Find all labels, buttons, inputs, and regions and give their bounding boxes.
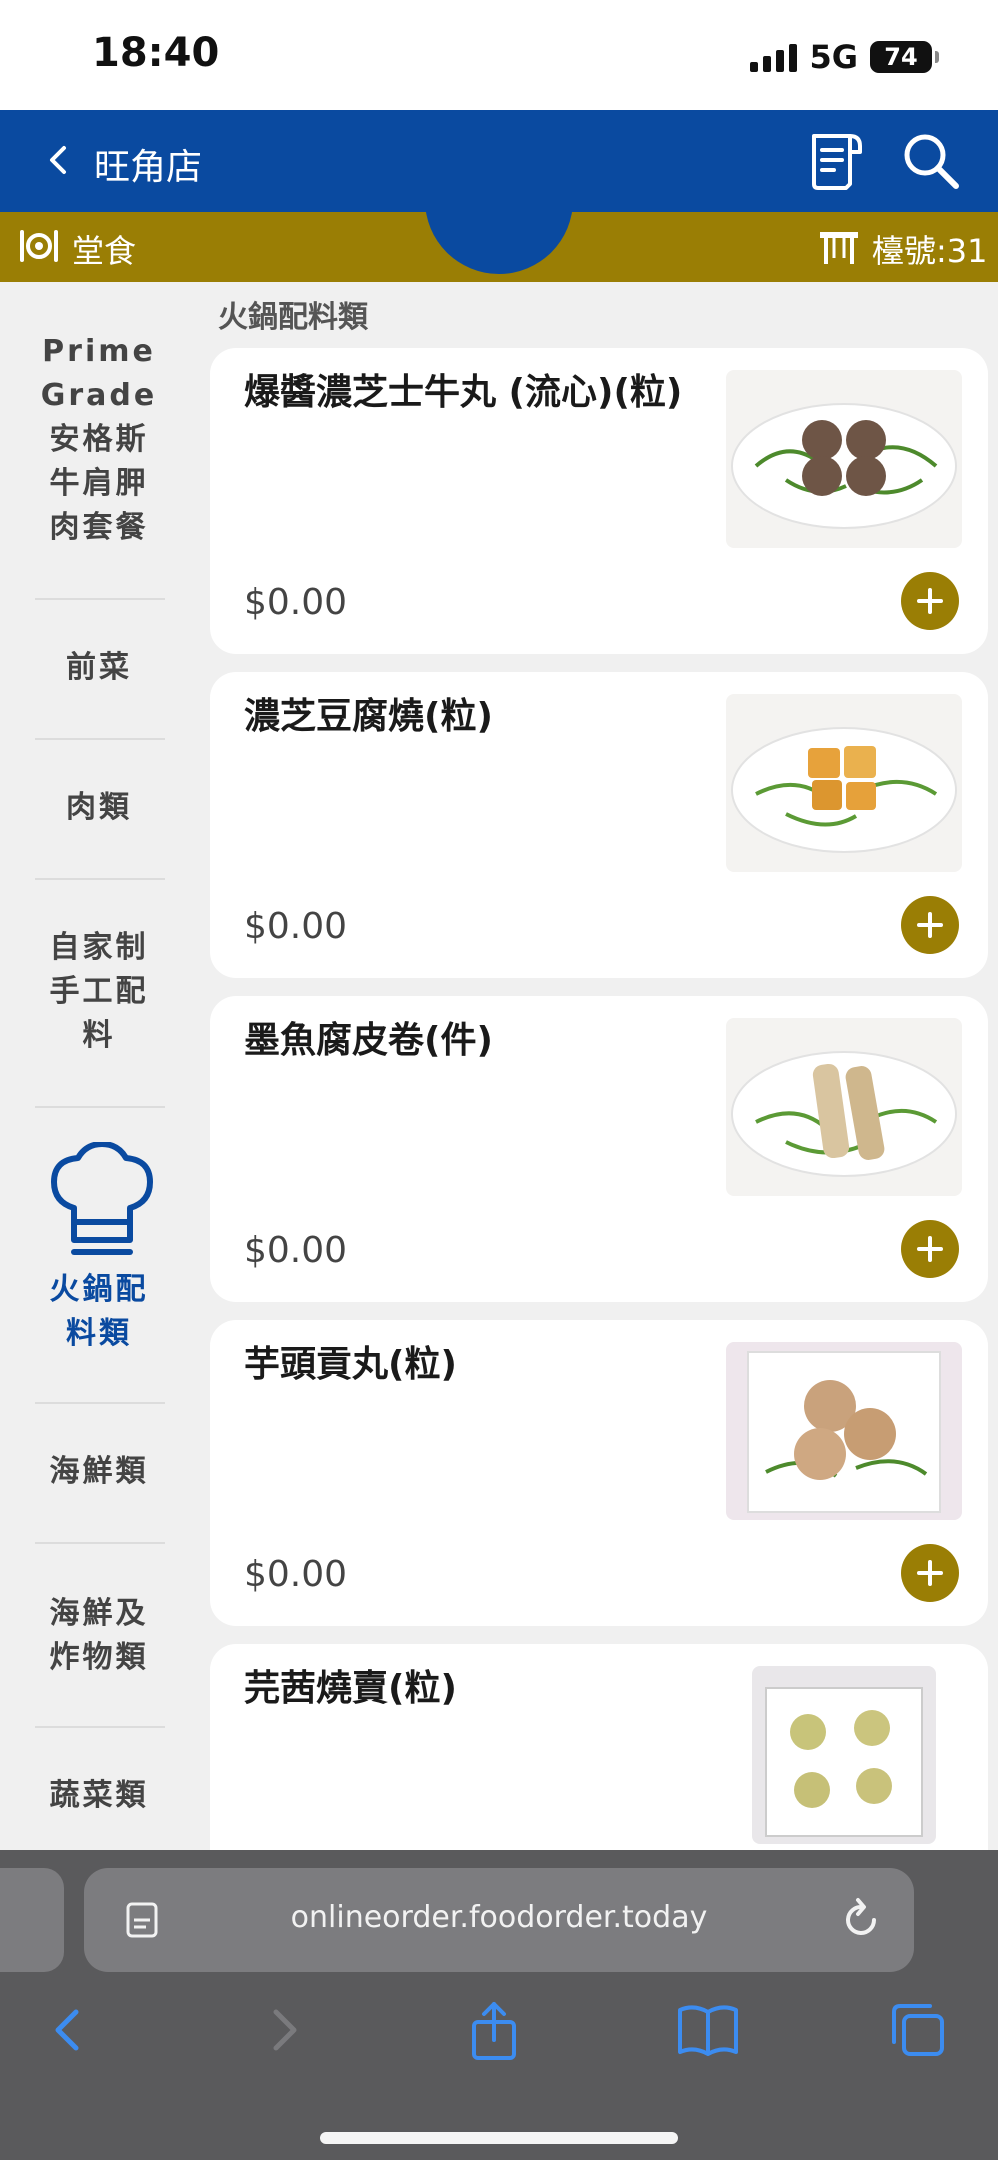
add-item-button[interactable] <box>901 1220 959 1278</box>
menu-item-image <box>726 694 962 872</box>
dining-icon <box>20 230 58 262</box>
add-item-button[interactable] <box>901 1544 959 1602</box>
share-icon[interactable] <box>462 1998 526 2062</box>
dine-mode-label: 堂食 <box>72 232 137 270</box>
receipt-icon[interactable] <box>808 132 864 192</box>
sidebar-item-appetizer[interactable]: 前菜 <box>0 646 198 690</box>
menu-item-price: $0.00 <box>244 1230 348 1271</box>
reload-icon[interactable] <box>840 1896 884 1942</box>
browser-nav-row <box>0 1998 998 2078</box>
sidebar-item-label: 火鍋配 料類 <box>49 1272 149 1351</box>
header-tab-notch <box>425 212 573 274</box>
sidebar-item-seafood[interactable]: 海鮮類 <box>0 1450 198 1494</box>
menu-item-card[interactable]: 芫茜燒賣(粒) <box>210 1644 988 1850</box>
sidebar-item-homemade[interactable]: 自家制 手工配 料 <box>0 926 198 1058</box>
sidebar-item-meat[interactable]: 肉類 <box>0 786 198 830</box>
category-sidebar: Prime Grade 安格斯 牛肩胛 肉套餐 前菜 肉類 自家制 手工配 料 … <box>0 282 198 1850</box>
sidebar-item-seafood-fried[interactable]: 海鮮及 炸物類 <box>0 1592 198 1680</box>
table-number: 檯號:31 <box>872 232 988 270</box>
previous-tab-preview[interactable] <box>0 1868 64 1972</box>
status-time: 18:40 <box>92 30 220 76</box>
sidebar-item-prime-grade[interactable]: Prime Grade 安格斯 牛肩胛 肉套餐 <box>0 330 198 550</box>
sidebar-divider <box>35 1542 165 1544</box>
sidebar-divider <box>35 738 165 740</box>
menu-item-name: 芋頭貢丸(粒) <box>244 1344 457 1385</box>
menu-item-name: 墨魚腐皮卷(件) <box>244 1020 493 1061</box>
menu-item-card[interactable]: 濃芝豆腐燒(粒) $0.00 <box>210 672 988 978</box>
menu-content: 火鍋配料類 爆醬濃芝士牛丸 (流心)(粒) $0.00 濃芝豆腐燒(粒) $0.… <box>198 282 998 1850</box>
signal-icon <box>750 42 798 72</box>
app-header: 旺角店 <box>0 110 998 212</box>
address-bar[interactable]: onlineorder.foodorder.today <box>84 1868 914 1972</box>
chef-hat-icon <box>51 1142 153 1255</box>
sidebar-divider <box>35 1402 165 1404</box>
sidebar-item-vegetables[interactable]: 蔬菜類 <box>0 1774 198 1818</box>
menu-item-card[interactable]: 墨魚腐皮卷(件) $0.00 <box>210 996 988 1302</box>
search-icon[interactable] <box>900 130 962 192</box>
add-item-button[interactable] <box>901 572 959 630</box>
browser-forward-icon[interactable] <box>252 1998 316 2062</box>
menu-item-image <box>726 1342 962 1520</box>
menu-item-price: $0.00 <box>244 906 348 947</box>
menu-item-image <box>726 1018 962 1196</box>
tabs-icon[interactable] <box>886 1998 950 2062</box>
menu-item-card[interactable]: 芋頭貢丸(粒) $0.00 <box>210 1320 988 1626</box>
menu-item-price: $0.00 <box>244 582 348 623</box>
bookmarks-icon[interactable] <box>676 1998 740 2062</box>
browser-toolbar: onlineorder.foodorder.today <box>0 1850 998 2160</box>
menu-item-name: 芫茜燒賣(粒) <box>244 1668 457 1709</box>
menu-item-price: $0.00 <box>244 1554 348 1595</box>
category-title: 火鍋配料類 <box>218 300 368 335</box>
menu-item-image <box>726 370 962 548</box>
sidebar-divider <box>35 878 165 880</box>
menu-item-name: 濃芝豆腐燒(粒) <box>244 696 493 737</box>
status-indicators: 5G 74 <box>750 38 939 76</box>
add-item-button[interactable] <box>901 896 959 954</box>
store-name: 旺角店 <box>94 147 203 188</box>
sidebar-divider <box>35 1726 165 1728</box>
back-chevron-icon[interactable] <box>40 138 80 182</box>
menu-item-name: 爆醬濃芝士牛丸 (流心)(粒) <box>244 372 683 413</box>
menu-item-image <box>752 1666 936 1844</box>
sidebar-divider <box>35 598 165 600</box>
browser-back-icon[interactable] <box>36 1998 100 2062</box>
home-indicator[interactable] <box>320 2132 678 2144</box>
menu-item-card[interactable]: 爆醬濃芝士牛丸 (流心)(粒) $0.00 <box>210 348 988 654</box>
battery-icon: 74 <box>870 41 939 73</box>
sidebar-divider <box>35 1106 165 1108</box>
battery-level: 74 <box>884 43 918 71</box>
table-icon <box>820 232 858 264</box>
url-text: onlineorder.foodorder.today <box>290 1900 708 1935</box>
sidebar-item-hotpot-ingredients[interactable]: 火鍋配 料類 <box>0 1142 198 1356</box>
network-label: 5G <box>809 38 858 76</box>
status-bar: 18:40 5G 74 <box>0 0 998 110</box>
dine-bar: 堂食 檯號:31 <box>0 212 998 282</box>
